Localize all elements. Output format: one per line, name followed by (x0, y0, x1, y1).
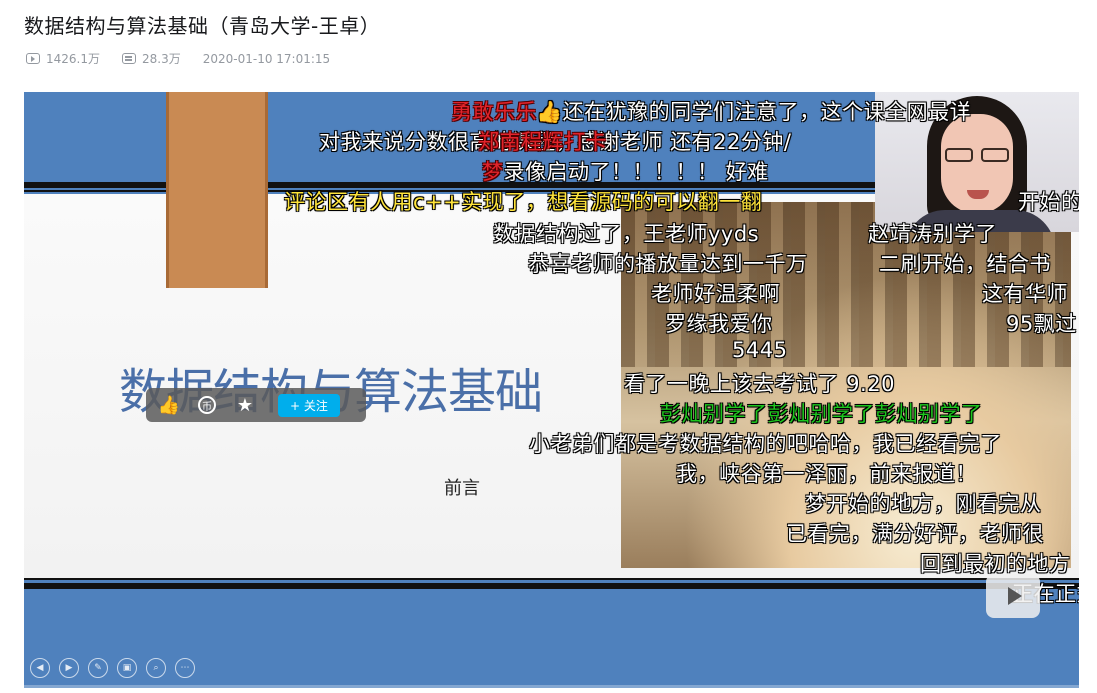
follow-button[interactable]: + 关注 (278, 393, 340, 417)
next-icon[interactable]: ▶ (59, 658, 79, 678)
danmaku-count: 28.3万 (142, 52, 181, 66)
play-button[interactable] (986, 574, 1040, 618)
prev-icon[interactable]: ◀ (30, 658, 50, 678)
thumb-up-icon[interactable]: 👍 (158, 394, 180, 416)
play-count-icon (26, 53, 40, 64)
video-meta: 1426.1万 28.3万 2020-01-10 17:01:15 (26, 50, 330, 67)
danmaku-count-icon (122, 53, 136, 64)
video-player[interactable]: 数据结构与算法基础 前言 勇敢乐乐 👍还在犹豫的同学们注意了，这个课全网最详 对… (24, 92, 1079, 688)
slide-controls: ◀ ▶ ✎ ▣ ⌕ ⋯ (30, 658, 195, 678)
triple-action-toolbar: 👍 币 ★ + 关注 (146, 388, 366, 422)
progress-bar[interactable] (24, 685, 1079, 688)
publish-time: 2020-01-10 17:01:15 (202, 51, 331, 66)
slide-book-image (621, 202, 1071, 568)
coin-icon[interactable]: 币 (198, 396, 216, 414)
more-icon[interactable]: ⋯ (175, 658, 195, 678)
play-count: 1426.1万 (46, 52, 100, 66)
slide-subtitle: 前言 (444, 478, 480, 499)
zoom-icon[interactable]: ⌕ (146, 658, 166, 678)
copy-icon[interactable]: ▣ (117, 658, 137, 678)
slide-ribbon-decoration (166, 92, 268, 288)
video-title: 数据结构与算法基础（青岛大学-王卓） (24, 14, 381, 38)
star-icon[interactable]: ★ (234, 394, 256, 416)
lecturer-webcam (875, 92, 1079, 232)
pen-icon[interactable]: ✎ (88, 658, 108, 678)
